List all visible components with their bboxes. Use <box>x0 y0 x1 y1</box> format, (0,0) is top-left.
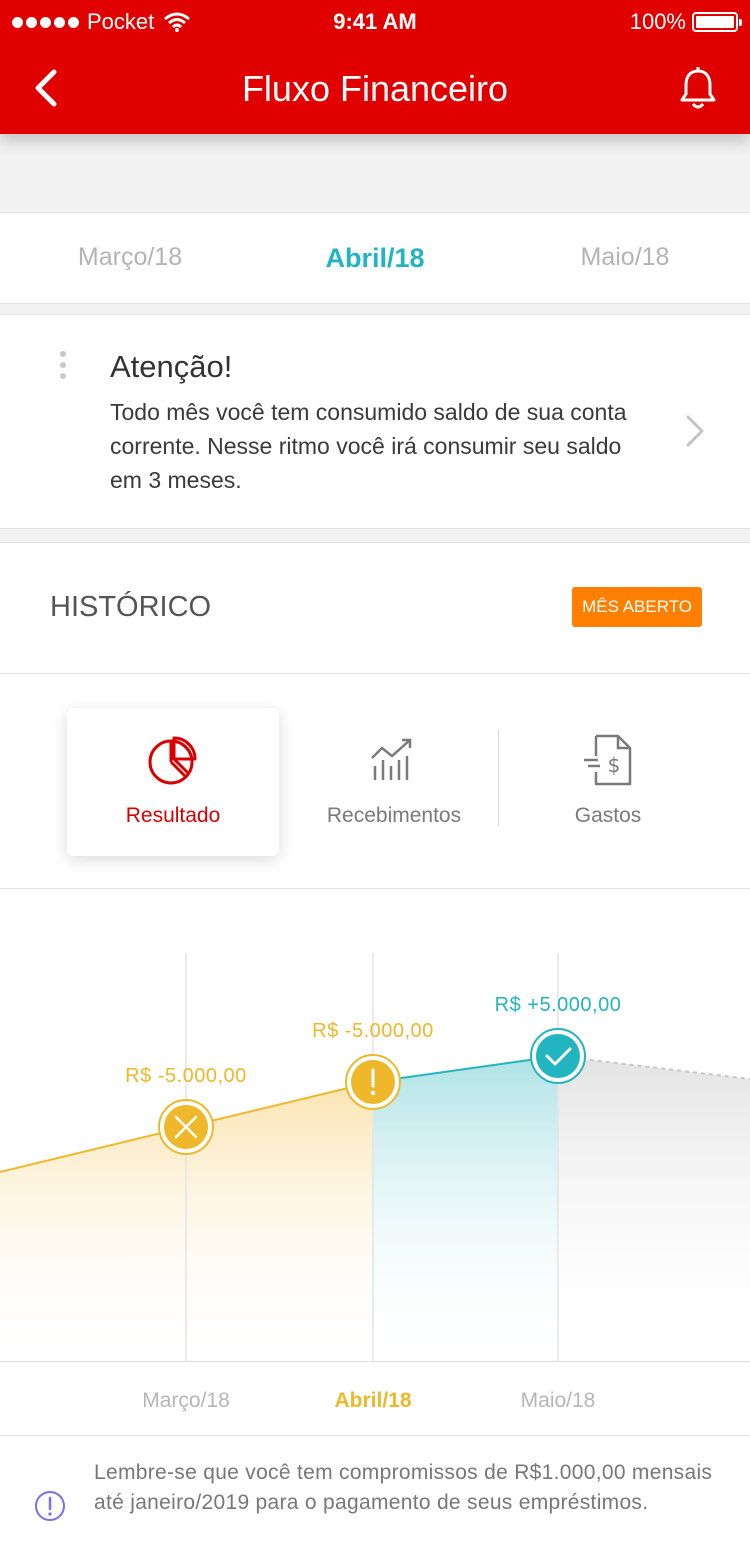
month-current[interactable]: Abril/18 <box>250 243 500 274</box>
tab-recebimentos[interactable]: Recebimentos <box>288 708 500 856</box>
footer-message: Lembre-se que você tem compromissos de R… <box>94 1461 713 1514</box>
page-title: Fluxo Financeiro <box>241 68 509 109</box>
battery-icon <box>692 12 742 32</box>
alert-card[interactable]: Atenção! Todo mês você tem consumido sal… <box>0 314 750 529</box>
chart-canvas <box>0 953 750 1361</box>
historico-section: HISTÓRICO MÊS ABERTO <box>0 542 750 674</box>
svg-text:$: $ <box>608 753 621 777</box>
status-badge: MÊS ABERTO <box>572 587 702 627</box>
expense-document-icon: $ <box>584 734 632 786</box>
nav-bar: Fluxo Financeiro <box>0 40 750 134</box>
battery: 100% <box>629 9 742 35</box>
historico-title: HISTÓRICO <box>50 591 212 623</box>
tab-gastos[interactable]: $ Gastos <box>502 708 714 856</box>
chart-tabs: Resultado Recebimentos $ Gastos <box>0 674 750 888</box>
data-point-error-icon[interactable] <box>158 1099 214 1155</box>
result-chart: R$ -5.000,00 R$ -5.000,00 R$ +5.000,00 Mar… <box>0 888 750 1436</box>
app-header: Pocket 9:41 AM 100% Fluxo Financeiro <box>0 0 750 134</box>
battery-percent: 100% <box>629 9 686 34</box>
data-point-warning-icon[interactable] <box>345 1054 401 1110</box>
tab-divider <box>498 730 499 826</box>
area-future <box>558 1056 750 1361</box>
month-selector: Março/18 Abril/18 Maio/18 <box>0 212 750 304</box>
x-tick-label[interactable]: Março/18 <box>111 1389 261 1413</box>
data-label: R$ +5.000,00 <box>494 994 622 1016</box>
bell-icon[interactable] <box>678 66 718 112</box>
more-options-icon[interactable] <box>58 351 68 387</box>
alert-message: Todo mês você tem consumido saldo de sua… <box>110 399 627 493</box>
x-tick-label[interactable]: Maio/18 <box>483 1389 633 1413</box>
x-tick-label[interactable]: Abril/18 <box>298 1389 448 1413</box>
data-label: R$ -5.000,00 <box>312 1020 434 1042</box>
tab-label: Recebimentos <box>326 804 462 827</box>
data-label: R$ -5.000,00 <box>125 1065 247 1087</box>
x-axis-line <box>0 1361 750 1362</box>
area-positive <box>373 1056 558 1361</box>
tab-label: Resultado <box>125 804 221 827</box>
footer-notice: Lembre-se que você tem compromissos de R… <box>0 1436 750 1566</box>
tab-label: Gastos <box>574 804 642 827</box>
month-next[interactable]: Maio/18 <box>500 243 750 272</box>
status-bar: Pocket 9:41 AM 100% <box>0 0 750 40</box>
pie-chart-icon <box>148 736 197 785</box>
chevron-right-icon[interactable] <box>684 413 706 449</box>
data-point-success-icon[interactable] <box>530 1028 586 1084</box>
tab-resultado[interactable]: Resultado <box>67 708 279 856</box>
trending-up-icon <box>371 738 412 780</box>
alert-title: Atenção! <box>110 349 233 384</box>
info-icon <box>35 1491 65 1521</box>
month-prev[interactable]: Março/18 <box>5 243 255 272</box>
